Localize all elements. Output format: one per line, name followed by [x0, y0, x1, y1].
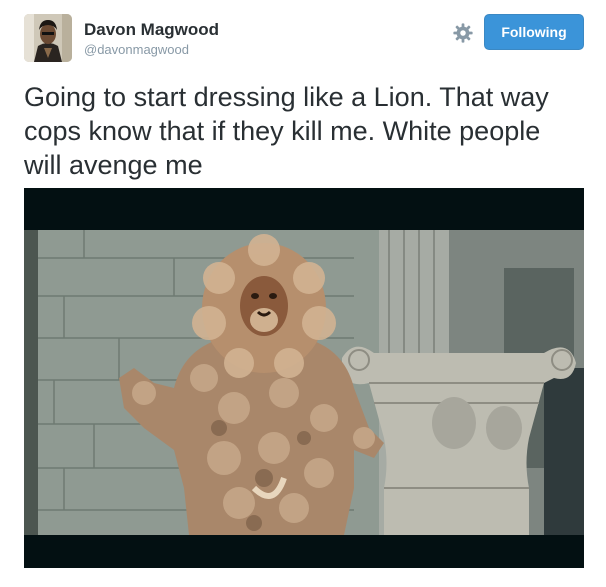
avatar-image [24, 14, 72, 62]
tweet-text: Going to start dressing like a Lion. Tha… [24, 82, 549, 180]
user-display-name[interactable]: Davon Magwood [84, 20, 219, 40]
following-button[interactable]: Following [484, 14, 584, 50]
gear-icon[interactable] [452, 22, 474, 44]
user-handle[interactable]: @davonmagwood [84, 42, 189, 57]
avatar[interactable] [24, 14, 72, 62]
tweet-media[interactable] [24, 188, 584, 568]
tweet-card: Davon Magwood @davonmagwood Following Go… [0, 0, 606, 587]
lion-costume-image [24, 188, 584, 568]
